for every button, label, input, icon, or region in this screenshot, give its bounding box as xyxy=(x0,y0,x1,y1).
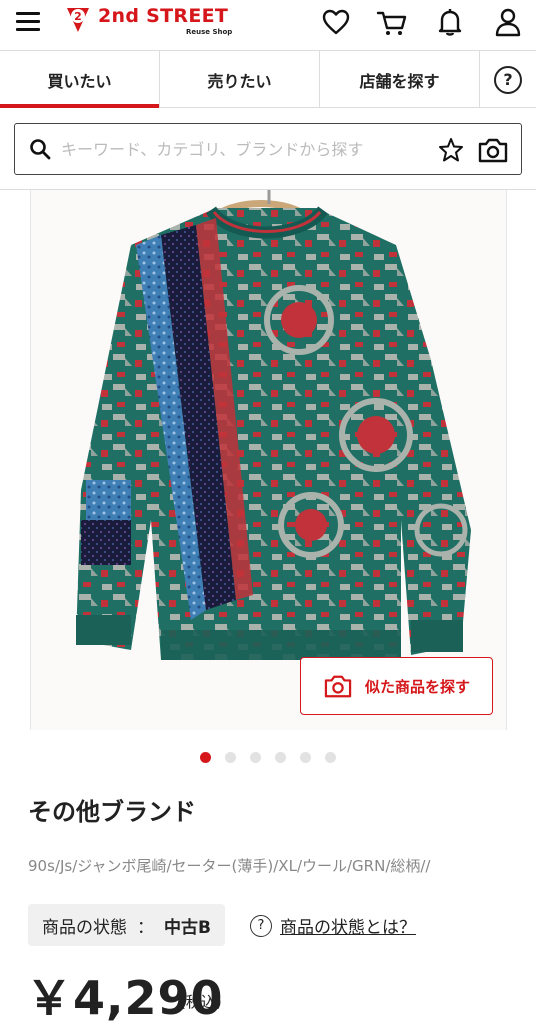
tab-sell[interactable]: 売りたい xyxy=(160,51,320,108)
carousel-dots xyxy=(0,752,536,766)
carousel-dot[interactable] xyxy=(225,752,236,763)
search-section xyxy=(0,108,536,190)
find-similar-button[interactable]: 似た商品を探す xyxy=(300,657,493,715)
tax-note: (税込) xyxy=(180,993,222,1011)
camera-icon xyxy=(324,675,352,698)
star-icon[interactable] xyxy=(437,136,465,164)
sweater-photo xyxy=(76,190,471,660)
product-image[interactable] xyxy=(30,190,507,730)
logo-text: 2nd STREET xyxy=(98,5,229,27)
search-bar xyxy=(14,123,522,175)
condition-help-text[interactable]: 商品の状態とは？ xyxy=(280,913,416,938)
logo-subtitle: Reuse Shop xyxy=(186,28,233,36)
product-description: 90s/Js/ジャンボ尾崎/セーター(薄手)/XL/ウール/GRN/総柄// xyxy=(28,857,431,875)
question-icon: ? xyxy=(250,914,272,937)
condition-help-link[interactable]: ? 商品の状態とは？ xyxy=(250,913,416,938)
menu-icon[interactable] xyxy=(16,9,42,33)
bell-icon[interactable] xyxy=(434,6,466,38)
product-brand[interactable]: その他ブランド xyxy=(28,792,196,827)
search-icon[interactable] xyxy=(29,138,51,160)
condition-grade: 中古B xyxy=(164,917,211,938)
user-icon[interactable] xyxy=(492,6,524,38)
heart-icon[interactable] xyxy=(320,6,352,38)
camera-icon[interactable] xyxy=(477,136,509,164)
condition-separator: ： xyxy=(137,917,154,938)
svg-text:2: 2 xyxy=(74,10,82,23)
find-similar-label: 似た商品を探す xyxy=(364,677,470,696)
site-logo[interactable]: 2 2nd STREET Reuse Shop xyxy=(64,4,244,40)
carousel-dot[interactable] xyxy=(200,752,211,763)
main-tabs: 買いたい 売りたい 店舗を探す ? xyxy=(0,50,536,108)
carousel-dot[interactable] xyxy=(325,752,336,763)
help-icon: ? xyxy=(494,65,522,94)
logo-mark-icon: 2 xyxy=(67,8,89,32)
tab-buy[interactable]: 買いたい xyxy=(0,51,160,108)
tab-help[interactable]: ? xyxy=(480,51,536,108)
search-input[interactable] xyxy=(61,134,421,164)
condition-label: 商品の状態 xyxy=(42,917,127,938)
condition-badge: 商品の状態 ： 中古B xyxy=(28,904,225,946)
app-header: 2 2nd STREET Reuse Shop xyxy=(0,0,536,48)
carousel-dot[interactable] xyxy=(275,752,286,763)
cart-icon[interactable] xyxy=(376,6,408,38)
carousel-dot[interactable] xyxy=(300,752,311,763)
carousel-dot[interactable] xyxy=(250,752,261,763)
tab-find-store[interactable]: 店舗を探す xyxy=(320,51,480,108)
